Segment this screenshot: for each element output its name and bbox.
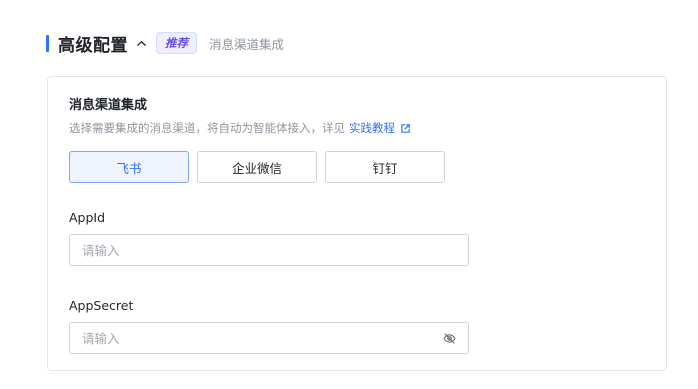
description-text: 选择需要集成的消息渠道，将自动为智能体接入，详见 <box>69 121 345 135</box>
section-header: 高级配置 推荐 消息渠道集成 <box>46 30 284 56</box>
appsecret-input[interactable] <box>69 322 469 354</box>
recommend-badge: 推荐 <box>156 32 197 54</box>
card-title: 消息渠道集成 <box>69 98 148 113</box>
practice-tutorial-link-text[interactable]: 实践教程 <box>349 120 395 136</box>
appsecret-label: AppSecret <box>69 298 134 313</box>
external-link-icon[interactable] <box>400 123 411 134</box>
chevron-up-icon[interactable] <box>134 36 148 50</box>
appid-input[interactable] <box>69 234 469 266</box>
section-title: 高级配置 <box>58 35 128 56</box>
channel-option-wecom[interactable]: 企业微信 <box>197 151 317 183</box>
appid-label: AppId <box>69 210 106 225</box>
eye-off-icon[interactable] <box>442 331 456 345</box>
card-description: 选择需要集成的消息渠道，将自动为智能体接入，详见 实践教程 <box>69 120 411 136</box>
accent-bar <box>46 34 49 52</box>
channel-option-dingtalk[interactable]: 钉钉 <box>325 151 445 183</box>
practice-tutorial-link[interactable]: 实践教程 <box>349 120 411 136</box>
section-subtitle: 消息渠道集成 <box>209 36 285 52</box>
channel-selector: 飞书 企业微信 钉钉 <box>69 151 453 183</box>
channel-config-card: 消息渠道集成 选择需要集成的消息渠道，将自动为智能体接入，详见 实践教程 飞书 … <box>47 76 667 371</box>
channel-option-feishu[interactable]: 飞书 <box>69 151 189 183</box>
